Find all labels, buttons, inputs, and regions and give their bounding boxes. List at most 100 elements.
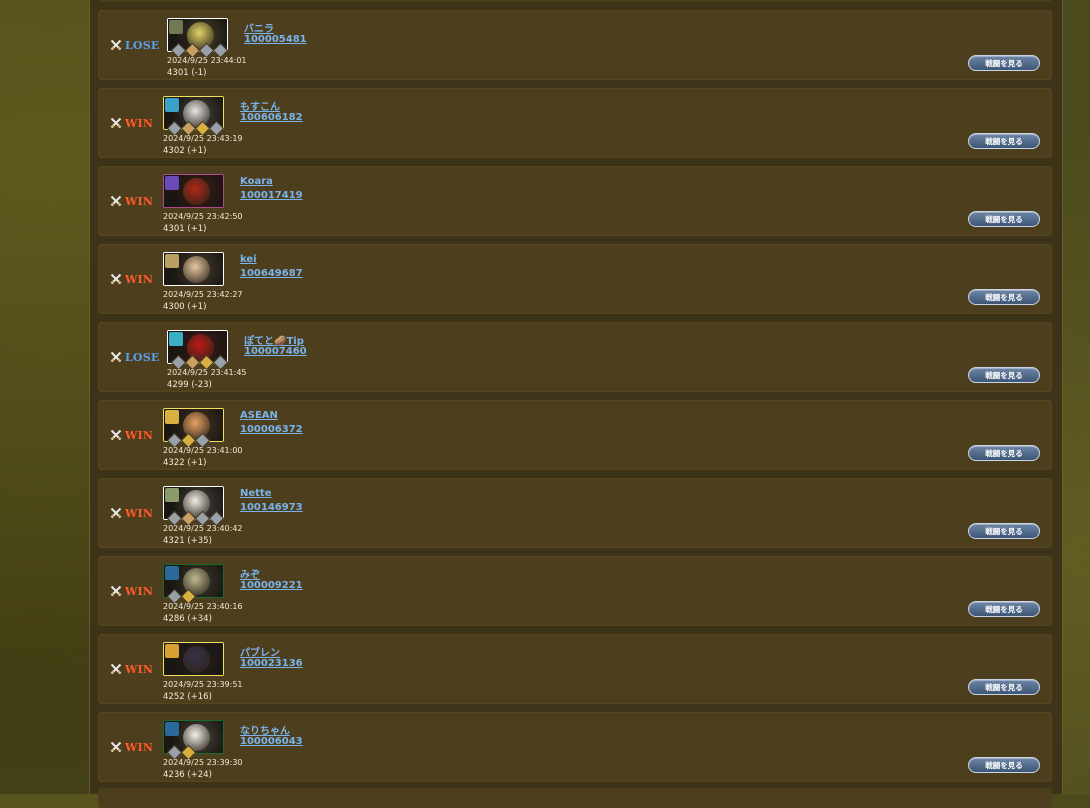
battle-row: WIN みぞ 100009221 2024/9/25 23:40:16 4286 (+3… <box>98 556 1052 626</box>
class-badge-icon <box>165 566 179 580</box>
class-badge-icon <box>165 98 179 112</box>
opponent-name-link[interactable]: パブレン <box>240 644 280 659</box>
opponent-name-link[interactable]: なりちゃん <box>240 722 290 737</box>
opponent-id-link[interactable]: 100023136 <box>240 658 303 669</box>
opponent-name-link[interactable]: もすこん <box>240 98 280 113</box>
crossed-swords-icon <box>110 585 122 597</box>
battle-timestamp: 2024/9/25 23:40:42 <box>163 524 243 533</box>
class-badge-icon <box>165 722 179 736</box>
opponent-portrait[interactable] <box>163 96 225 137</box>
opponent-portrait[interactable] <box>163 720 224 761</box>
opponent-name-link[interactable]: Nette <box>240 488 272 499</box>
class-badge-icon <box>165 644 179 658</box>
opponent-name-link[interactable]: バニラ <box>244 20 274 35</box>
battle-timestamp: 2024/9/25 23:41:00 <box>163 446 243 455</box>
class-badge-icon <box>169 20 183 34</box>
rating-change: 4286 (+34) <box>163 614 212 624</box>
battle-timestamp: 2024/9/25 23:39:30 <box>163 758 243 767</box>
battle-result: WIN <box>110 585 153 598</box>
result-label: WIN <box>125 272 154 286</box>
opponent-portrait[interactable] <box>167 330 229 371</box>
battle-timestamp: 2024/9/25 23:41:45 <box>167 368 247 377</box>
watch-battle-button[interactable]: 戦闘を見る <box>968 679 1040 695</box>
battle-result: WIN <box>110 195 153 208</box>
opponent-id-link[interactable]: 100005481 <box>244 34 307 45</box>
battle-result: WIN <box>110 740 154 754</box>
watch-battle-button[interactable]: 戦闘を見る <box>968 55 1040 71</box>
result-label: WIN <box>125 662 154 676</box>
opponent-id-link[interactable]: 100146973 <box>240 502 303 513</box>
crossed-swords-icon <box>110 195 122 207</box>
battle-timestamp: 2024/9/25 23:39:51 <box>163 680 243 689</box>
opponent-name-link[interactable]: みぞ <box>240 566 260 581</box>
crossed-swords-icon <box>110 507 122 519</box>
watch-battle-button[interactable]: 戦闘を見る <box>968 211 1040 227</box>
opponent-portrait[interactable] <box>163 642 224 676</box>
battle-row: WIN ASEAN 100006372 2024/9/25 23:41:00 4322 … <box>98 400 1052 470</box>
crossed-swords-icon <box>110 741 122 753</box>
battle-row: LOSE ぽてと🥔Tip 100007460 2024/9/25 23:41:45 42… <box>98 322 1052 392</box>
crossed-swords-icon <box>110 117 122 129</box>
rating-change: 4236 (+24) <box>163 770 212 780</box>
opponent-portrait[interactable] <box>163 174 224 208</box>
opponent-portrait[interactable] <box>167 18 229 59</box>
opponent-id-link[interactable]: 100606182 <box>240 112 303 123</box>
rating-change: 4300 (+1) <box>163 302 207 312</box>
battle-row: WIN Koara 100017419 2024/9/25 23:42:50 4301 … <box>98 166 1052 236</box>
watch-battle-button[interactable]: 戦闘を見る <box>968 757 1040 773</box>
crossed-swords-icon <box>110 351 122 363</box>
opponent-portrait[interactable] <box>163 252 224 286</box>
result-label: LOSE <box>125 350 160 364</box>
class-badge-icon <box>165 254 179 268</box>
battle-result: LOSE <box>110 38 160 52</box>
watch-battle-button[interactable]: 戦闘を見る <box>968 601 1040 617</box>
opponent-id-link[interactable]: 100007460 <box>244 346 307 357</box>
opponent-avatar <box>183 646 210 673</box>
watch-battle-button[interactable]: 戦闘を見る <box>968 523 1040 539</box>
battle-timestamp: 2024/9/25 23:42:50 <box>163 212 243 221</box>
rating-change: 4321 (+35) <box>163 536 212 546</box>
battle-history-panel: LOSE バニラ 100005481 2024/9/25 23:44:01 4301 (… <box>89 0 1063 808</box>
class-badge-icon <box>165 488 179 502</box>
opponent-id-link[interactable]: 100649687 <box>240 268 303 279</box>
opponent-portrait[interactable] <box>163 564 224 605</box>
battle-result: LOSE <box>110 350 160 364</box>
battle-result: WIN <box>110 116 154 130</box>
opponent-id-link[interactable]: 100009221 <box>240 580 303 591</box>
opponent-name-link[interactable]: kei <box>240 254 257 265</box>
watch-battle-button[interactable]: 戦闘を見る <box>968 367 1040 383</box>
opponent-name-link[interactable]: ぽてと🥔Tip <box>244 332 304 347</box>
previous-row-edge <box>98 0 1052 2</box>
opponent-portrait[interactable] <box>163 408 224 449</box>
opponent-avatar <box>183 256 210 283</box>
watch-battle-button[interactable]: 戦闘を見る <box>968 289 1040 305</box>
result-label: LOSE <box>125 38 160 52</box>
opponent-id-link[interactable]: 100006043 <box>240 736 303 747</box>
battle-row: LOSE バニラ 100005481 2024/9/25 23:44:01 4301 (… <box>98 10 1052 80</box>
next-row-edge <box>98 788 1052 808</box>
result-label: WIN <box>125 740 154 754</box>
opponent-id-link[interactable]: 100006372 <box>240 424 303 435</box>
crossed-swords-icon <box>110 429 122 441</box>
result-label: WIN <box>125 506 154 520</box>
result-label: WIN <box>125 116 154 130</box>
battle-row: WIN Nette 100146973 2024/9/25 23:40:42 4321 … <box>98 478 1052 548</box>
battle-timestamp: 2024/9/25 23:40:16 <box>163 602 243 611</box>
watch-battle-button[interactable]: 戦闘を見る <box>968 445 1040 461</box>
crossed-swords-icon <box>110 39 122 51</box>
battle-timestamp: 2024/9/25 23:44:01 <box>167 56 247 65</box>
opponent-avatar <box>183 178 210 205</box>
watch-battle-button[interactable]: 戦闘を見る <box>968 133 1040 149</box>
opponent-name-link[interactable]: Koara <box>240 176 273 187</box>
opponent-name-link[interactable]: ASEAN <box>240 410 278 421</box>
battle-timestamp: 2024/9/25 23:43:19 <box>163 134 243 143</box>
class-badge-icon <box>169 332 183 346</box>
class-badge-icon <box>165 176 179 190</box>
crossed-swords-icon <box>110 273 122 285</box>
opponent-id-link[interactable]: 100017419 <box>240 190 303 201</box>
battle-row: WIN パブレン 100023136 2024/9/25 23:39:51 4252 (… <box>98 634 1052 704</box>
battle-row: WIN もすこん 100606182 2024/9/25 23:43:19 4302 (… <box>98 88 1052 158</box>
opponent-portrait[interactable] <box>163 486 225 527</box>
battle-result: WIN <box>110 272 154 286</box>
battle-result: WIN <box>110 506 154 520</box>
